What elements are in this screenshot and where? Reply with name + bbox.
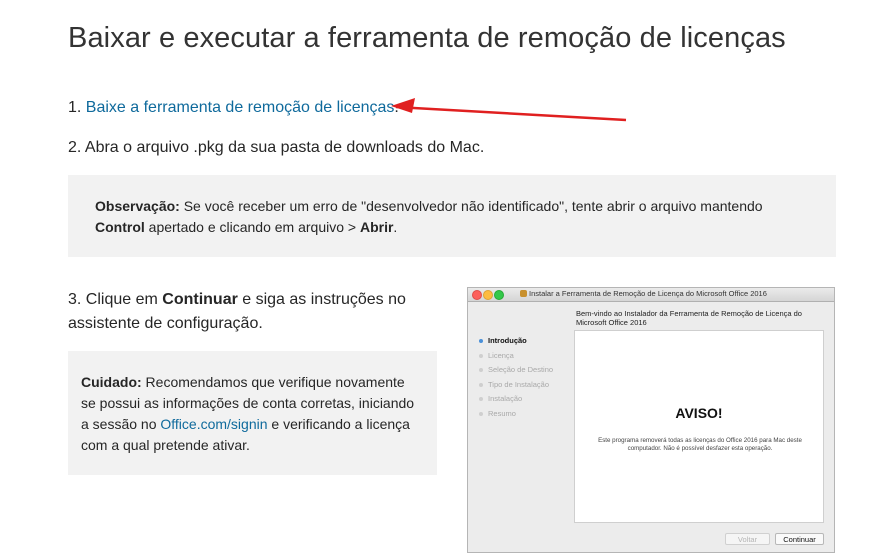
continue-button[interactable]: Continuar <box>775 533 824 545</box>
caution-text: Cuidado: Recomendamos que verifique nova… <box>81 372 421 456</box>
installer-title-text: Instalar a Ferramenta de Remoção de Lice… <box>529 289 767 298</box>
warning-text: Este programa removerá todas as licenças… <box>598 437 802 452</box>
step-3-continue-label: Continuar <box>162 291 238 308</box>
installer-step-label: Tipo de Instalação <box>488 379 550 389</box>
step-bullet-icon <box>479 339 483 343</box>
installer-step-tipo: Tipo de Instalação <box>478 378 578 393</box>
note-text-part: Se você receber um erro de "desenvolvedo… <box>179 198 763 214</box>
page-title: Baixar e executar a ferramenta de remoçã… <box>68 22 786 54</box>
back-button[interactable]: Voltar <box>725 533 770 545</box>
installer-step-instalacao: Instalação <box>478 392 578 407</box>
caution-label: Cuidado: <box>81 374 142 390</box>
package-icon <box>520 290 527 297</box>
zoom-icon <box>494 290 504 300</box>
note-text-part: . <box>393 219 398 235</box>
installer-content-panel: AVISO! Este programa removerá todas as l… <box>574 330 824 523</box>
installer-step-label: Licença <box>488 350 514 360</box>
installer-step-label: Resumo <box>488 408 516 418</box>
installer-step-label: Seleção de Destino <box>488 365 554 374</box>
installer-step-label: Introdução <box>488 336 527 345</box>
installer-step-resumo: Resumo <box>478 407 578 422</box>
step-2: 2. Abra o arquivo .pkg da sua pasta de d… <box>68 139 485 156</box>
step-3-prefix: 3. Clique em <box>68 291 163 308</box>
installer-step-destino: Seleção de Destino <box>478 363 578 378</box>
warning-title: AVISO! <box>675 405 723 421</box>
red-arrow-annotation <box>391 98 627 122</box>
download-tool-link[interactable]: Baixe a ferramenta de remoção de licença… <box>86 99 395 116</box>
installer-step-licenca: Licença <box>478 349 578 364</box>
step-bullet-icon <box>479 382 483 387</box>
installer-titlebar: Instalar a Ferramenta de Remoção de Lice… <box>468 288 834 302</box>
caution-callout: Cuidado: Recomendamos que verifique nova… <box>68 351 437 475</box>
note-label: Observação: <box>95 198 180 214</box>
note-text-part: apertado e clicando em arquivo > <box>144 219 360 235</box>
note-open-label: Abrir <box>359 219 394 235</box>
step-bullet-icon <box>479 353 483 358</box>
step-1: 1. Baixe a ferramenta de remoção de lice… <box>68 96 399 120</box>
note-callout: Observação: Se você receber um erro de "… <box>68 175 836 257</box>
step-3: 3. Clique em Continuar e siga as instruç… <box>68 288 428 336</box>
step-bullet-icon <box>479 397 483 401</box>
installer-step-introducao: Introdução <box>478 334 578 349</box>
installer-heading: Bem-vindo ao Instalador da Ferramenta de… <box>576 309 802 327</box>
note-text: Observação: Se você receber um erro de "… <box>95 196 795 238</box>
minimize-icon <box>483 290 493 300</box>
step-bullet-icon <box>479 368 483 372</box>
step-1-number: 1. <box>68 99 82 116</box>
installer-window-title: Instalar a Ferramenta de Remoção de Lice… <box>520 289 767 298</box>
close-icon <box>472 290 482 300</box>
step-bullet-icon <box>479 411 483 416</box>
installer-window-screenshot: Instalar a Ferramenta de Remoção de Lice… <box>467 287 835 553</box>
installer-step-label: Instalação <box>488 394 523 403</box>
office-signin-link[interactable]: Office.com/signin <box>160 416 267 432</box>
installer-steps-sidebar: Introdução Licença Seleção de Destino Ti… <box>478 334 578 421</box>
note-control-key: Control <box>95 219 145 235</box>
